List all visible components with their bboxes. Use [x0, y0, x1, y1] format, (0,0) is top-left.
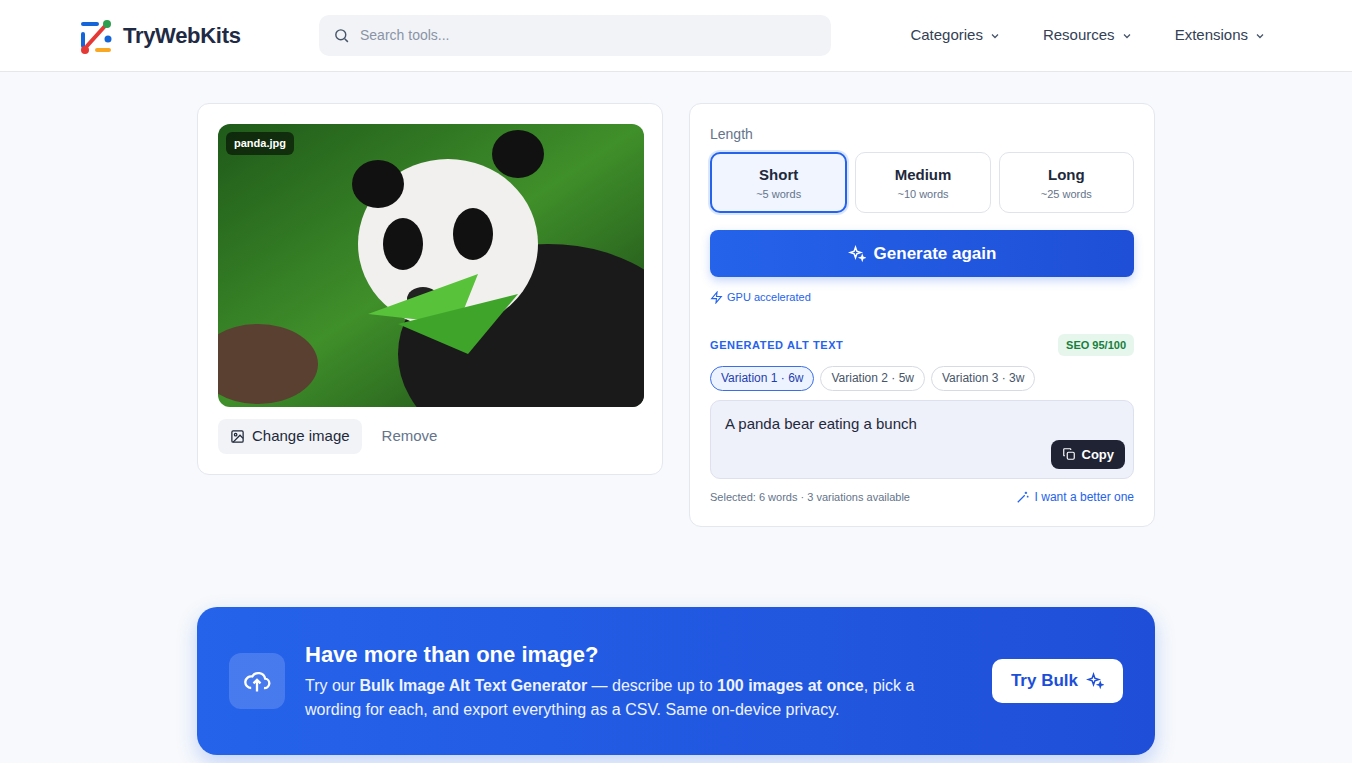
better-link[interactable]: I want a better one [1016, 488, 1134, 506]
generate-button[interactable]: Generate again [710, 230, 1134, 277]
sparkle-icon [1086, 672, 1104, 690]
sparkle-icon [848, 245, 866, 263]
search-bar [319, 15, 831, 56]
header: TryWebKits Categories Resources Extensions [0, 0, 1352, 72]
banner-copy: Have more than one image? Try our Bulk Im… [305, 640, 955, 722]
banner-title: Have more than one image? [305, 640, 955, 670]
nav-item[interactable]: Extensions [1175, 24, 1266, 47]
search-icon [333, 27, 350, 44]
remove-button[interactable]: Remove [370, 419, 450, 454]
alt-text-box[interactable]: A panda bear eating a bunch Copy [710, 400, 1134, 479]
change-image-button[interactable]: Change image [218, 419, 362, 454]
image-icon [230, 429, 245, 444]
length-options: Short~5 wordsMedium~10 wordsLong~25 word… [710, 152, 1134, 213]
variation-tab[interactable]: Variation 2 · 5w [820, 366, 924, 391]
length-option[interactable]: Medium~10 words [855, 152, 990, 213]
main-area: panda.jpg Change imageRemove Length Short~5… [197, 103, 1155, 527]
nav-item[interactable]: Resources [1043, 24, 1133, 47]
variation-tab[interactable]: Variation 3 · 3w [931, 366, 1035, 391]
try-bulk-button[interactable]: Try Bulk [992, 659, 1123, 703]
copy-row: Copy [725, 440, 1125, 470]
magic-wand-icon [1016, 490, 1030, 504]
result-footer: Selected: 6 words · 3 variations availab… [710, 488, 1134, 506]
copy-button[interactable]: Copy [1051, 440, 1126, 470]
logo[interactable]: TryWebKits [75, 16, 319, 56]
nav-item[interactable]: Categories [910, 24, 1001, 47]
image-actions: Change imageRemove [218, 415, 642, 454]
chevron-down-icon [989, 30, 1001, 42]
bulk-banner: Have more than one image? Try our Bulk Im… [197, 607, 1155, 755]
upload-cloud-box [229, 653, 285, 709]
image-preview: panda.jpg [218, 124, 644, 407]
length-option[interactable]: Short~5 words [710, 152, 847, 213]
upload-card: panda.jpg Change imageRemove [197, 103, 663, 475]
logo-icon [75, 16, 115, 56]
result-title: GENERATED ALT TEXT [710, 337, 843, 354]
filename-badge: panda.jpg [226, 132, 294, 155]
gpu-note: GPU accelerated [710, 289, 1134, 306]
selection-summary: Selected: 6 words · 3 variations availab… [710, 489, 910, 506]
bolt-icon [710, 291, 723, 304]
seo-badge: SEO 95/100 [1058, 334, 1134, 357]
variation-tabs: Variation 1 · 6wVariation 2 · 5w Variatio… [710, 366, 1134, 391]
generator-card: Length Short~5 wordsMedium~10 wordsLong~2… [689, 103, 1155, 527]
variation-tab[interactable]: Variation 1 · 6w [710, 366, 814, 391]
panda-photo-icon [218, 124, 644, 407]
banner-text: Try our Bulk Image Alt Text Generator — … [305, 674, 955, 722]
result-header: GENERATED ALT TEXT SEO 95/100 [710, 334, 1134, 357]
alt-text: A panda bear eating a bunch [725, 413, 1125, 435]
length-label: Length [710, 124, 1134, 144]
main-nav: Categories Resources Extensions [910, 24, 1266, 47]
length-option[interactable]: Long~25 words [999, 152, 1134, 213]
copy-icon [1062, 447, 1076, 461]
cloud-upload-icon [243, 667, 271, 695]
chevron-down-icon [1121, 30, 1133, 42]
chevron-down-icon [1254, 30, 1266, 42]
search-input[interactable] [358, 24, 817, 47]
